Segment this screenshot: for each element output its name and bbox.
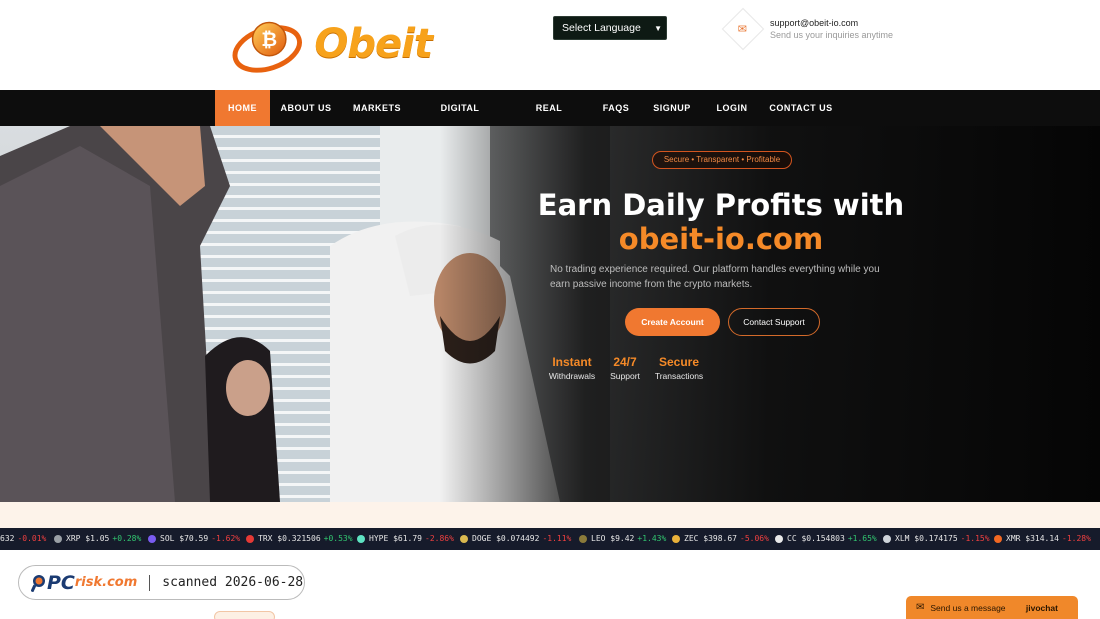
mail-icon: ✉ (738, 23, 748, 36)
chevron-down-icon: ▼ (654, 24, 662, 33)
ticker-item[interactable]: XLM $0.174175 -1.15% (883, 528, 990, 550)
stat-value: Secure (658, 355, 700, 369)
scan-date: scanned 2026-06-28 (162, 575, 304, 590)
create-account-button[interactable]: Create Account (625, 308, 720, 336)
contact-email[interactable]: support@obeit-io.com (770, 17, 893, 29)
xlm-icon (883, 535, 891, 543)
nav-markets[interactable]: MARKETS (350, 90, 404, 126)
chat-message-label: Send us a message (930, 602, 1006, 613)
ticker-item[interactable]: 632 -0.01% (0, 528, 46, 550)
contact-support-button[interactable]: Contact Support (728, 308, 820, 336)
nav-login[interactable]: LOGIN (712, 90, 752, 126)
crypto-ticker: 632 -0.01% XRP $1.05 +0.28% SOL $70.59 -1.6… (0, 528, 1100, 550)
zec-icon (672, 535, 680, 543)
hype-icon (357, 535, 365, 543)
contact-subtitle: Send us your inquiries anytime (770, 30, 894, 40)
svg-text:₿: ₿ (261, 28, 277, 51)
magnifier-icon (31, 574, 45, 592)
chat-widget[interactable]: ✉ Send us a message jivochat (906, 596, 1078, 619)
logo-text: Obeit (314, 21, 433, 67)
stat-withdrawals: Instant Withdrawals (548, 354, 596, 382)
stat-support: 24/7 Support (606, 354, 644, 382)
divider (149, 574, 151, 591)
ticker-item[interactable]: ZEC $398.67 -5.06% (672, 528, 769, 550)
stat-label: Withdrawals (548, 371, 596, 381)
hero-title-domain: obeit-io.com (618, 222, 824, 256)
doge-icon (460, 535, 468, 543)
stat-label: Transactions (654, 371, 704, 381)
stat-value: 24/7 (613, 355, 637, 369)
language-select-value: Select Language (562, 22, 641, 34)
hero-badge: Secure • Transparent • Profitable (652, 151, 792, 169)
mail-icon: ✉ (916, 602, 925, 613)
trx-icon (246, 535, 254, 543)
nav-signup[interactable]: SIGNUP (650, 90, 694, 126)
leo-icon (579, 535, 587, 543)
mail-icon-box: ✉ (721, 7, 765, 51)
ticker-item[interactable]: XRP $1.05 +0.28% (54, 528, 141, 550)
contact-info: ✉ support@obeit-io.com Send us your inqu… (721, 7, 894, 51)
stat-value: Instant (552, 355, 592, 369)
sol-icon (148, 535, 156, 543)
hero-description: No trading experience required. Our plat… (550, 264, 880, 290)
nav-home[interactable]: HOME (215, 90, 270, 126)
nav-contact-us[interactable]: CONTACT US (768, 90, 834, 126)
ticker-item[interactable]: DOGE $0.074492 -1.11% (460, 528, 571, 550)
nav-about-us[interactable]: ABOUT US (276, 90, 336, 126)
site-logo[interactable]: ₿ Obeit (232, 14, 433, 74)
section-badge-partial (214, 611, 275, 619)
xmr-icon (994, 535, 1002, 543)
ticker-item[interactable]: TRX $0.321506 +0.53% (246, 528, 353, 550)
ticker-item[interactable]: XMR $314.14 -1.28% (994, 528, 1091, 550)
pcrisk-logo: PC risk.com (31, 572, 137, 594)
ticker-item[interactable]: SOL $70.59 -1.62% (148, 528, 240, 550)
ticker-item[interactable]: HYPE $61.79 -2.86% (357, 528, 454, 550)
nav-real-estate[interactable]: REAL ESTATE (516, 90, 582, 149)
section-divider (0, 502, 1100, 528)
nav-digital-assets[interactable]: DIGITAL ASSETS (420, 90, 500, 149)
stat-label: Support (610, 371, 640, 381)
chat-brand: jivochat (1025, 602, 1058, 613)
language-select[interactable]: Select Language ▼ (553, 16, 667, 40)
cc-icon (775, 535, 783, 543)
bitcoin-logo-icon: ₿ (232, 21, 302, 73)
xrp-icon (54, 535, 62, 543)
ticker-item[interactable]: CC $0.154803 +1.65% (775, 528, 877, 550)
nav-faqs[interactable]: FAQS (598, 90, 634, 126)
hero-title: Earn Daily Profits with (537, 188, 905, 222)
pcrisk-watermark: PC risk.com scanned 2026-06-28 (18, 565, 305, 600)
hero-section: Secure • Transparent • Profitable Earn D… (0, 126, 1100, 502)
main-nav: HOME ABOUT US MARKETS DIGITAL ASSETS REA… (0, 90, 1100, 149)
site-header: ₿ Obeit Select Language ▼ ✉ support@obei… (0, 0, 1100, 90)
ticker-item[interactable]: LEO $9.42 +1.43% (579, 528, 666, 550)
stat-transactions: Secure Transactions (654, 354, 704, 382)
